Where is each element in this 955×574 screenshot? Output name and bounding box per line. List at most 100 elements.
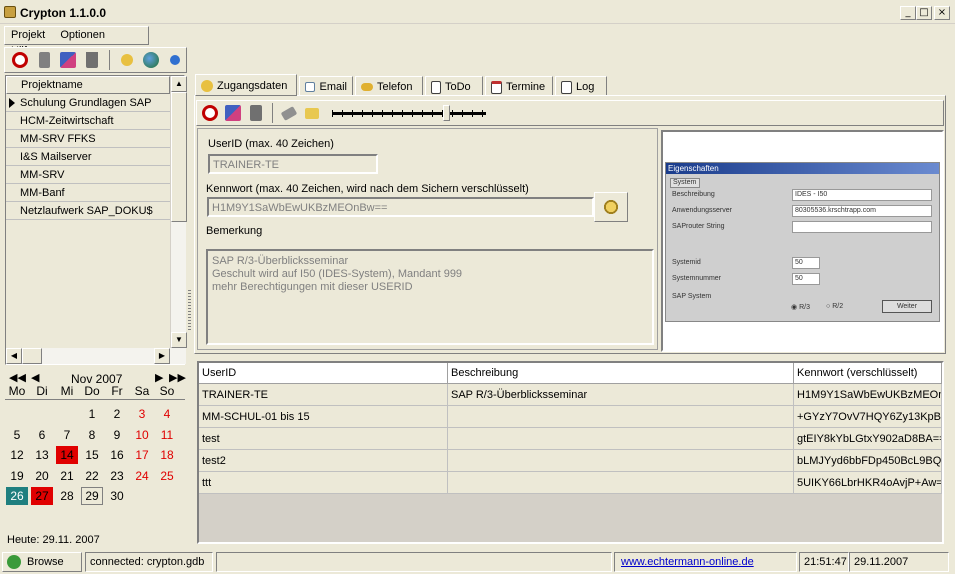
minimize-button[interactable]: _: [900, 6, 916, 20]
calendar-day[interactable]: 7: [56, 426, 78, 444]
tab-label: Log: [576, 81, 595, 93]
calendar-day[interactable]: 5: [6, 426, 28, 444]
project-row[interactable]: MM-SRV: [6, 166, 170, 184]
scroll-down-button[interactable]: ▼: [171, 332, 187, 348]
project-row[interactable]: MM-SRV FFKS: [6, 130, 170, 148]
cell-userid[interactable]: MM-SCHUL-01 bis 15: [199, 406, 448, 428]
calendar-day[interactable]: 4: [156, 405, 178, 423]
preview-row-value: 80305536.krschtrapp.com: [792, 205, 932, 217]
cell-kennwort[interactable]: 5UIKY66LbrHKR4oAvjP+Aw=: [794, 472, 942, 494]
cell-userid[interactable]: ttt: [199, 472, 448, 494]
info-button[interactable]: [164, 49, 186, 71]
cell-kennwort[interactable]: H1M9Y1SaWbEwUKBzMEOnB: [794, 384, 942, 406]
scroll-left-button[interactable]: ◀: [6, 348, 22, 364]
website-link[interactable]: www.echtermann-online.de: [621, 556, 754, 568]
cell-kennwort[interactable]: gtEIY8kYbLGtxY902aD8BA==: [794, 428, 942, 450]
cell-beschreibung[interactable]: [448, 472, 794, 494]
cell-userid[interactable]: TRAINER-TE: [199, 384, 448, 406]
calendar-day[interactable]: 22: [81, 467, 103, 485]
column-header-userid[interactable]: UserID: [199, 363, 448, 384]
maximize-button[interactable]: □: [916, 6, 932, 20]
tab-todo[interactable]: ToDo: [425, 76, 483, 96]
scroll-right-button[interactable]: ▶: [154, 348, 170, 364]
generate-password-button[interactable]: [594, 192, 628, 222]
calendar-day[interactable]: 23: [106, 467, 128, 485]
calendar-day[interactable]: 11: [156, 426, 178, 444]
remark-field[interactable]: SAP R/3-Überblicksseminar Geschult wird …: [206, 249, 654, 345]
cell-beschreibung[interactable]: [448, 406, 794, 428]
hscroll-thumb[interactable]: [22, 348, 42, 364]
tab-log[interactable]: Log: [555, 76, 607, 96]
column-header-beschreibung[interactable]: Beschreibung: [448, 363, 794, 384]
calendar-day[interactable]: 24: [131, 467, 153, 485]
delete-project-button[interactable]: [81, 49, 103, 71]
calendar-day[interactable]: 30: [106, 487, 128, 505]
tab-email[interactable]: Email: [299, 76, 353, 96]
globe-button[interactable]: [140, 49, 162, 71]
calendar-day[interactable]: 13: [31, 446, 53, 464]
calendar-day[interactable]: 12: [6, 446, 28, 464]
calendar-day[interactable]: 21: [56, 467, 78, 485]
calendar-day[interactable]: 27: [31, 487, 53, 506]
delete-record-button[interactable]: [245, 102, 267, 124]
userid-field[interactable]: TRAINER-TE: [208, 154, 378, 174]
menu-projekt[interactable]: Projekt: [5, 27, 51, 43]
project-list-vscrollbar[interactable]: ▲ ▼: [170, 76, 187, 348]
calendar-day[interactable]: 2: [106, 405, 128, 423]
project-list-hscrollbar[interactable]: ◀ ▶: [6, 348, 186, 364]
new-record-button[interactable]: [199, 102, 221, 124]
tab-termine[interactable]: Termine: [485, 76, 553, 96]
menu-optionen[interactable]: Optionen: [54, 27, 111, 43]
calendar-day[interactable]: 14: [56, 446, 78, 465]
calendar-day[interactable]: 28: [56, 487, 78, 505]
cell-userid[interactable]: test: [199, 428, 448, 450]
calendar-day[interactable]: 19: [6, 467, 28, 485]
screenshot-preview[interactable]: Eigenschaften System Beschreibung IDES - …: [661, 130, 944, 352]
cell-beschreibung[interactable]: SAP R/3-Überblicksseminar: [448, 384, 794, 406]
open-project-button[interactable]: [33, 49, 55, 71]
calendar-day[interactable]: 16: [106, 446, 128, 464]
calendar-day[interactable]: 15: [81, 446, 103, 464]
calendar-day[interactable]: 6: [31, 426, 53, 444]
cell-kennwort[interactable]: bLMJYyd6bbFDp450BcL9BQ=: [794, 450, 942, 472]
calendar-day[interactable]: 25: [156, 467, 178, 485]
project-row[interactable]: Schulung Grundlagen SAP: [6, 94, 170, 112]
calendar-day[interactable]: 18: [156, 446, 178, 464]
splitter-grip[interactable]: [188, 290, 191, 330]
project-row[interactable]: MM-Banf: [6, 184, 170, 202]
calendar-day[interactable]: 1: [81, 405, 103, 423]
calendar-day[interactable]: 10: [131, 426, 153, 444]
calendar-day[interactable]: 29: [81, 487, 103, 506]
calendar-day[interactable]: 20: [31, 467, 53, 485]
scroll-thumb[interactable]: [171, 92, 187, 222]
tab-zugangsdaten[interactable]: Zugangsdaten: [195, 74, 297, 96]
calendar-day[interactable]: 26: [6, 487, 28, 506]
password-field[interactable]: H1M9Y1SaWbEwUKBzMEOnBw==: [207, 197, 594, 217]
column-header-kennwort[interactable]: Kennwort (verschlüsselt): [794, 363, 942, 384]
tab-telefon[interactable]: Telefon: [355, 76, 423, 96]
scroll-up-button[interactable]: ▲: [171, 76, 187, 92]
edit-record-button[interactable]: [222, 102, 244, 124]
close-button[interactable]: ×: [934, 6, 950, 20]
project-name: HCM-Zeitwirtschaft: [20, 115, 114, 127]
project-row[interactable]: HCM-Zeitwirtschaft: [6, 112, 170, 130]
project-row[interactable]: I&S Mailserver: [6, 148, 170, 166]
eraser-button[interactable]: [278, 102, 300, 124]
project-row[interactable]: Netzlaufwerk SAP_DOKU$: [6, 202, 170, 220]
cell-beschreibung[interactable]: [448, 450, 794, 472]
cell-userid[interactable]: test2: [199, 450, 448, 472]
tab-label: Termine: [506, 81, 546, 93]
cell-beschreibung[interactable]: [448, 428, 794, 450]
calendar-day[interactable]: 9: [106, 426, 128, 444]
zoom-slider[interactable]: [332, 105, 486, 121]
edit-project-button[interactable]: [57, 49, 79, 71]
keys-button[interactable]: [116, 49, 138, 71]
calendar-day[interactable]: 8: [81, 426, 103, 444]
project-list-header[interactable]: Projektname: [6, 76, 170, 94]
cell-kennwort[interactable]: +GYzY7OvV7HQY6Zy13KpBw: [794, 406, 942, 428]
calendar-day[interactable]: 17: [131, 446, 153, 464]
paste-image-button[interactable]: [301, 102, 323, 124]
new-project-button[interactable]: [9, 49, 31, 71]
calendar-day[interactable]: 3: [131, 405, 153, 423]
slider-thumb[interactable]: [443, 105, 450, 121]
